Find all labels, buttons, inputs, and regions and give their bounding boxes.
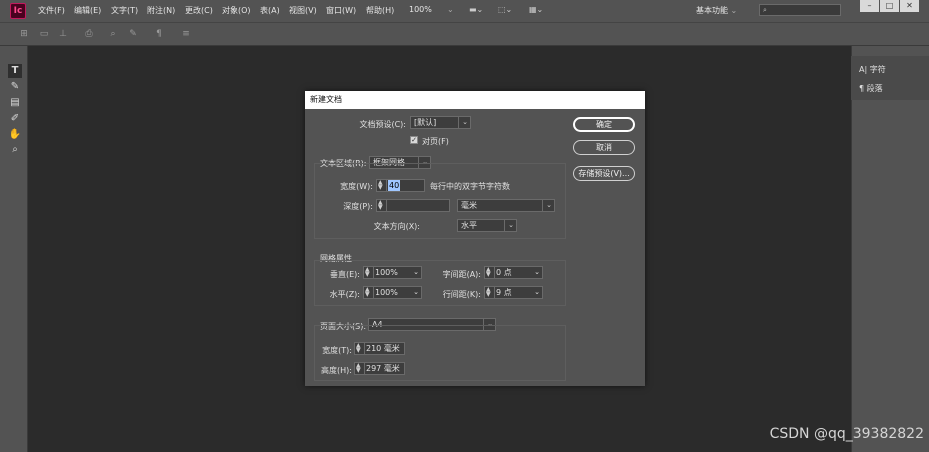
vertical-label: 垂直(E): <box>330 270 360 279</box>
hand-tool-icon[interactable]: ✋ <box>8 128 22 142</box>
preset-label: 文档预设(C): <box>359 120 406 129</box>
page-width-stepper[interactable]: ▲ ▼ 210 毫米 <box>354 342 405 355</box>
zoom-level[interactable]: 100% <box>409 5 432 14</box>
menu-help[interactable]: 帮助(H) <box>366 5 394 16</box>
app-logo: Ic <box>10 3 26 19</box>
character-panel-tab[interactable]: A| 字符 <box>859 64 886 75</box>
text-direction-label: 文本方向(X): <box>373 222 420 231</box>
depth-label: 深度(P): <box>343 202 373 211</box>
page-width-label: 宽度(T): <box>322 346 352 355</box>
dialog-title: 新建文档 <box>305 91 645 109</box>
chevron-down-icon: ⌄ <box>534 288 540 296</box>
menu-changes[interactable]: 更改(C) <box>185 5 213 16</box>
save-icon[interactable]: ⊥ <box>57 28 69 40</box>
stepper-arrows-icon: ▲ ▼ <box>356 342 361 354</box>
stepper-arrows-icon: ▲ ▼ <box>365 266 370 278</box>
eyedropper-tool-icon[interactable]: ✐ <box>8 112 22 126</box>
chevron-down-icon: ⌄ <box>413 268 419 276</box>
stepper-arrows-icon: ▲ ▼ <box>378 199 383 211</box>
control-bar <box>0 22 929 46</box>
workspace-switcher[interactable]: 基本功能 ⌄ <box>696 4 752 17</box>
menu-table[interactable]: 表(A) <box>260 5 280 16</box>
vertical-stepper[interactable]: ▲ ▼ 100% ⌄ <box>363 266 422 279</box>
pilcrow-icon[interactable]: ¶ <box>153 28 165 40</box>
facing-pages-label: 对页(F) <box>422 137 449 146</box>
char-spacing-label: 字间距(A): <box>442 270 481 279</box>
menu-window[interactable]: 窗口(W) <box>326 5 356 16</box>
search-icon: ⌕ <box>763 6 767 14</box>
width-label: 宽度(W): <box>340 182 373 191</box>
ok-button[interactable]: 确定 <box>573 117 635 132</box>
chevron-down-icon: ⌄ <box>546 201 552 209</box>
width-hint: 每行中的双字节字符数 <box>430 182 510 191</box>
print-icon[interactable]: ⎙ <box>83 28 95 40</box>
stepper-arrows-icon: ▲ ▼ <box>486 286 491 298</box>
search-input[interactable]: ⌕ <box>759 4 841 16</box>
minimize-button[interactable]: – <box>860 0 879 12</box>
menu-file[interactable]: 文件(F) <box>38 5 65 16</box>
paragraph-panel-tab[interactable]: ¶ 段落 <box>859 83 883 94</box>
type-tool-icon[interactable]: T <box>8 64 22 78</box>
stepper-arrows-icon: ▲ ▼ <box>365 286 370 298</box>
view-options-icon[interactable]: ⬚⌄ <box>498 5 512 14</box>
maximize-button[interactable]: □ <box>880 0 899 12</box>
facing-pages-checkbox[interactable]: ✓ <box>410 136 418 144</box>
align-icon[interactable]: ≡ <box>180 28 192 40</box>
depth-unit-dropdown[interactable]: 毫米 ⌄ <box>457 199 555 212</box>
new-icon[interactable]: ⊞ <box>18 28 30 40</box>
arrange-documents-icon[interactable]: ▦⌄ <box>529 5 543 14</box>
stepper-arrows-icon: ▲ ▼ <box>486 266 491 278</box>
screen-mode-icon[interactable]: ▬⌄ <box>469 5 483 14</box>
chevron-down-icon: ⌄ <box>462 118 468 126</box>
character-icon: A| <box>859 65 868 74</box>
page-height-stepper[interactable]: ▲ ▼ 297 毫米 <box>354 362 405 375</box>
preset-dropdown[interactable]: [默认] ⌄ <box>410 116 471 129</box>
menu-edit[interactable]: 编辑(E) <box>74 5 101 16</box>
story-tool-icon[interactable]: ▤ <box>8 96 22 110</box>
menu-type[interactable]: 文字(T) <box>111 5 138 16</box>
chevron-down-icon: ⌄ <box>413 288 419 296</box>
stepper-arrows-icon: ▲ ▼ <box>378 179 383 191</box>
find-icon[interactable]: ⌕ <box>107 28 119 40</box>
stepper-arrows-icon: ▲ ▼ <box>356 362 361 374</box>
line-spacing-label: 行间距(K): <box>442 290 481 299</box>
menu-object[interactable]: 对象(O) <box>222 5 251 16</box>
note-tool-icon[interactable]: ✎ <box>8 80 22 94</box>
char-spacing-stepper[interactable]: ▲ ▼ 0 点 ⌄ <box>484 266 543 279</box>
save-preset-button[interactable]: 存储预设(V)... <box>573 166 635 181</box>
depth-stepper[interactable]: ▲ ▼ <box>376 199 450 212</box>
zoom-dropdown-icon[interactable]: ⌄ <box>447 5 454 14</box>
chevron-down-icon: ⌄ <box>508 221 514 229</box>
open-icon[interactable]: ▭ <box>38 28 50 40</box>
horizontal-stepper[interactable]: ▲ ▼ 100% ⌄ <box>363 286 422 299</box>
close-window-button[interactable]: ✕ <box>900 0 919 12</box>
line-spacing-stepper[interactable]: ▲ ▼ 9 点 ⌄ <box>484 286 543 299</box>
spellcheck-icon[interactable]: ✎ <box>127 28 139 40</box>
right-panel-dock <box>851 46 929 452</box>
paragraph-icon: ¶ <box>859 84 865 93</box>
horizontal-label: 水平(Z): <box>329 290 360 299</box>
menu-view[interactable]: 视图(V) <box>289 5 317 16</box>
watermark: CSDN @qq_39382822 <box>769 426 924 442</box>
cancel-button[interactable]: 取消 <box>573 140 635 155</box>
zoom-tool-icon[interactable]: ⌕ <box>8 143 22 157</box>
menu-notes[interactable]: 附注(N) <box>147 5 175 16</box>
width-stepper[interactable]: ▲ ▼ 40 <box>376 179 425 192</box>
chevron-down-icon: ⌄ <box>534 268 540 276</box>
text-direction-dropdown[interactable]: 水平 ⌄ <box>457 219 517 232</box>
page-height-label: 高度(H): <box>321 366 352 375</box>
